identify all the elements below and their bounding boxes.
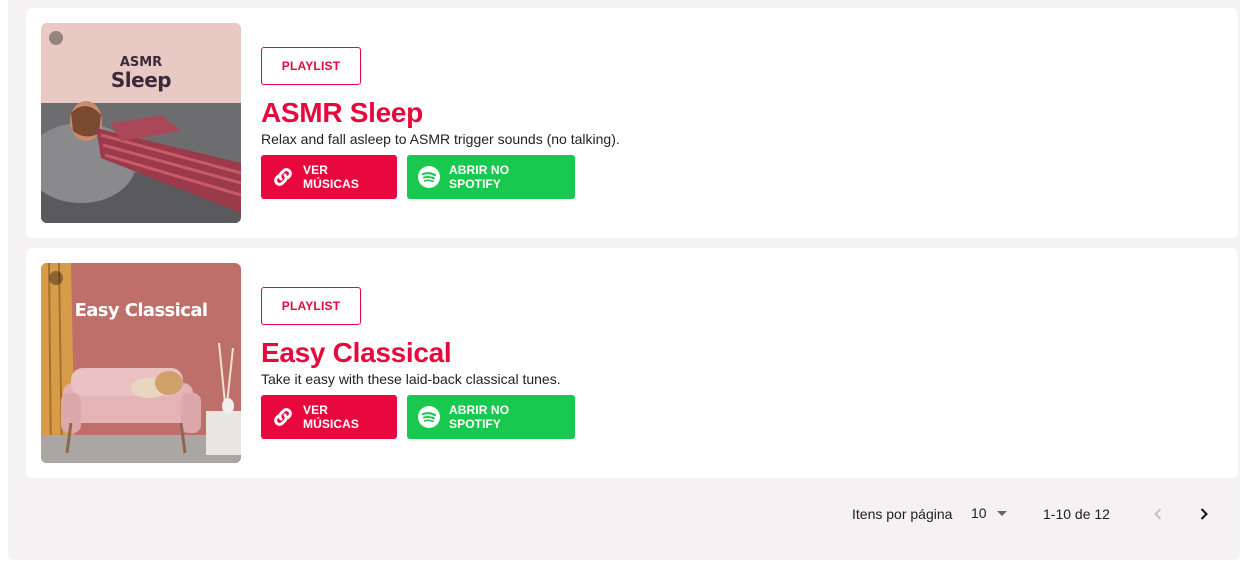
spotify-logo-icon <box>49 271 63 285</box>
page-range-label: 1-10 de 12 <box>1043 506 1110 522</box>
link-icon <box>271 405 295 429</box>
open-spotify-label: ABRIR NO SPOTIFY <box>449 163 510 191</box>
playlist-description: Take it easy with these laid-back classi… <box>261 371 561 387</box>
open-spotify-button[interactable]: ABRIR NO SPOTIFY <box>407 155 575 199</box>
playlist-card: Easy Classical PLAYLIST Easy Classical T… <box>26 248 1238 478</box>
type-badge: PLAYLIST <box>261 47 361 85</box>
results-panel: ASMR Sleep PLAYLIST ASMR Sleep Relax and… <box>8 0 1240 560</box>
chevron-right-icon[interactable] <box>1192 502 1216 526</box>
cover-title-line2: Sleep <box>110 68 172 92</box>
playlist-cover[interactable]: Easy Classical <box>41 263 241 463</box>
open-spotify-label: ABRIR NO SPOTIFY <box>449 403 510 431</box>
playlist-cover[interactable]: ASMR Sleep <box>41 23 241 223</box>
view-songs-button[interactable]: VER MÚSICAS <box>261 155 397 199</box>
view-songs-label: VER MÚSICAS <box>303 403 360 431</box>
spotify-icon <box>417 165 441 189</box>
view-songs-button[interactable]: VER MÚSICAS <box>261 395 397 439</box>
playlist-title[interactable]: Easy Classical <box>261 337 575 369</box>
playlist-info: PLAYLIST ASMR Sleep Relax and fall aslee… <box>261 47 620 199</box>
caret-down-icon <box>996 510 1007 516</box>
spotify-icon <box>417 405 441 429</box>
link-icon <box>271 165 295 189</box>
view-songs-label: VER MÚSICAS <box>303 163 360 191</box>
paginator: Itens por página 10 1-10 de 12 <box>8 500 1240 528</box>
items-per-page-value: 10 <box>971 505 987 521</box>
spotify-logo-icon <box>49 31 63 45</box>
cover-title-line1: Easy Classical <box>74 300 208 321</box>
type-badge: PLAYLIST <box>261 287 361 325</box>
playlist-card: ASMR Sleep PLAYLIST ASMR Sleep Relax and… <box>26 8 1238 238</box>
playlist-info: PLAYLIST Easy Classical Take it easy wit… <box>261 287 575 439</box>
playlist-title[interactable]: ASMR Sleep <box>261 97 620 129</box>
chevron-left-icon[interactable] <box>1146 502 1170 526</box>
items-per-page-label: Itens por página <box>852 506 953 522</box>
open-spotify-button[interactable]: ABRIR NO SPOTIFY <box>407 395 575 439</box>
playlist-description: Relax and fall asleep to ASMR trigger so… <box>261 131 620 147</box>
items-per-page-select[interactable]: 10 <box>971 505 1007 521</box>
